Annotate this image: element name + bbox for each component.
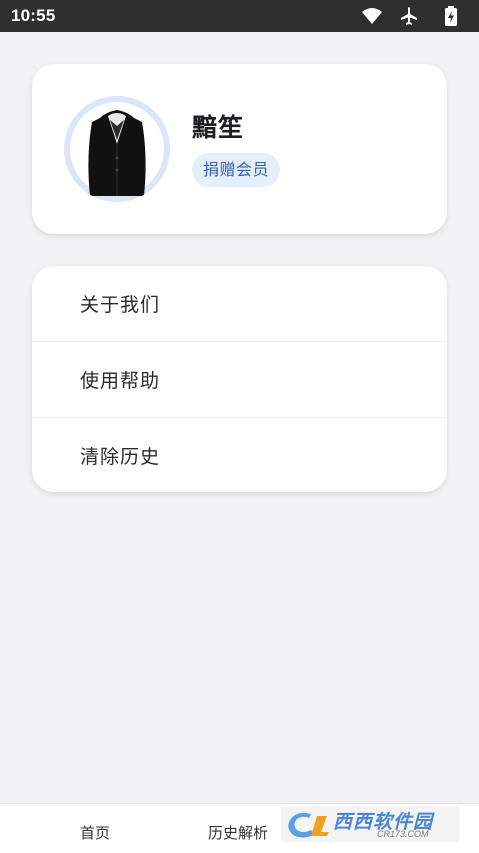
avatar[interactable] (64, 96, 170, 202)
menu-item-label: 清除历史 (80, 446, 161, 468)
watermark: 西西软件园 CR173.COM (281, 806, 459, 842)
airplane-icon (401, 7, 417, 25)
nav-item-history[interactable]: 历史解析 (208, 822, 268, 843)
nav-item-home[interactable]: 首页 (80, 822, 110, 843)
menu-item-help[interactable]: 使用帮助 (32, 341, 447, 417)
donate-member-badge[interactable]: 捐赠会员 (192, 153, 281, 187)
profile-card: 黯笙 捐赠会员 (32, 64, 447, 234)
menu-item-label: 使用帮助 (80, 370, 161, 392)
status-bar: 10:55 (0, 0, 479, 32)
username: 黯笙 (192, 113, 245, 142)
menu-item-clear-history[interactable]: 清除历史 (32, 417, 447, 492)
battery-charging-icon (445, 6, 457, 26)
menu-item-label: 关于我们 (80, 294, 161, 316)
status-time: 10:55 (11, 6, 56, 25)
watermark-domain: CR173.COM (377, 829, 429, 839)
menu-item-about-us[interactable]: 关于我们 (32, 266, 447, 341)
wifi-icon (362, 8, 382, 24)
avatar-image (64, 96, 170, 202)
menu-card: 关于我们 使用帮助 清除历史 (32, 266, 447, 492)
